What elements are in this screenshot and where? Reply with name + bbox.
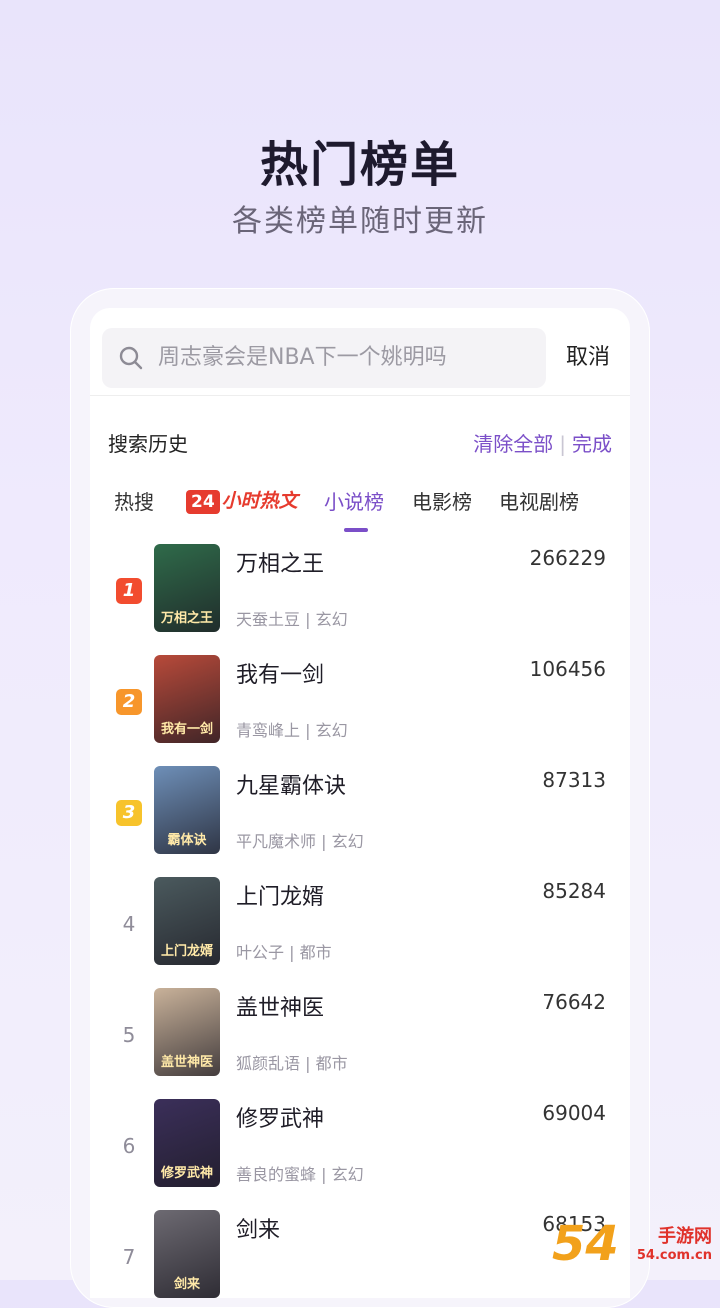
search-history-title: 搜索历史 (108, 432, 188, 456)
book-row[interactable]: 1 万相之王 万相之王 天蚕土豆 | 玄幻 266229 (90, 544, 630, 655)
rank-badge: 2 (116, 689, 142, 715)
book-author-genre: 叶公子 | 都市 (236, 943, 332, 962)
book-search-count: 106456 (529, 657, 606, 681)
book-cover[interactable]: 霸体诀 (154, 766, 220, 854)
book-cover-title: 我有一剑 (160, 722, 213, 737)
history-separator: | (559, 432, 566, 456)
tab-24h-badge: 24 (186, 490, 220, 514)
book-title[interactable]: 九星霸体诀 (236, 768, 346, 800)
search-box[interactable] (102, 328, 546, 388)
book-cover[interactable]: 上门龙婿 (154, 877, 220, 965)
tab-hot-search[interactable]: 热搜 (114, 486, 154, 515)
watermark-name: 手游网 (658, 1226, 712, 1247)
book-row[interactable]: 3 霸体诀 九星霸体诀平凡魔术师 | 玄幻 87313 (90, 766, 630, 877)
book-row[interactable]: 2 我有一剑 我有一剑 青鸾峰上 | 玄幻 106456 (90, 655, 630, 766)
hero-title: 热门榜单 (259, 137, 460, 193)
divider (90, 395, 630, 396)
book-cover[interactable]: 万相之王 (154, 544, 220, 632)
book-search-count: 76642 (542, 990, 606, 1014)
ranking-tabs: 热搜 24 小时热文 小说榜 电影榜 电视剧榜 (108, 486, 618, 536)
book-author-genre: 天蚕土豆 | 玄幻 (236, 610, 348, 629)
book-title[interactable]: 万相之王 (236, 546, 324, 578)
book-title[interactable]: 上门龙婿 (236, 879, 324, 911)
rank-badge: 3 (116, 800, 142, 826)
tab-movie-ranking[interactable]: 电影榜 (412, 486, 472, 515)
rank-badge: 1 (116, 578, 142, 604)
history-actions: 清除全部 | 完成 (473, 428, 612, 457)
book-search-count: 87313 (542, 768, 606, 792)
rank-badge: 5 (122, 1023, 136, 1047)
rank-badge: 4 (122, 912, 136, 936)
book-author-genre: 善良的蜜蜂 | 玄幻 (236, 1165, 364, 1184)
book-row[interactable]: 5 盖世神医 盖世神医 狐颜乱语 | 都市 76642 (90, 988, 630, 1099)
book-cover-title: 霸体诀 (167, 833, 207, 848)
tab-novel-ranking[interactable]: 小说榜 (324, 486, 384, 515)
book-cover-title: 万相之王 (160, 611, 213, 626)
watermark-logo: 54 (552, 1216, 619, 1272)
book-author-genre: 青鸾峰上 | 玄幻 (236, 721, 348, 740)
book-cover-title: 上门龙婿 (160, 944, 213, 959)
search-history-header: 搜索历史 清除全部 | 完成 (108, 428, 612, 460)
tab-24h-hot[interactable]: 24 小时热文 (186, 486, 298, 514)
cancel-button[interactable]: 取消 (566, 328, 610, 388)
watermark-url: 54.com.cn (636, 1248, 712, 1263)
clear-all-button[interactable]: 清除全部 (473, 432, 553, 456)
hero-subtitle: 各类榜单随时更新 (232, 204, 488, 239)
rank-badge: 6 (122, 1134, 136, 1158)
book-cover-title: 盖世神医 (160, 1055, 213, 1070)
rank-badge: 7 (122, 1245, 136, 1269)
book-author-genre: 狐颜乱语 | 都市 (236, 1054, 348, 1073)
done-button[interactable]: 完成 (572, 432, 612, 456)
book-title[interactable]: 剑来 (236, 1212, 280, 1244)
book-cover[interactable]: 我有一剑 (154, 655, 220, 743)
book-cover-title: 修罗武神 (160, 1166, 213, 1181)
search-row: 取消 (102, 328, 630, 388)
book-author-genre: 平凡魔术师 | 玄幻 (236, 832, 364, 851)
search-input[interactable] (158, 328, 528, 388)
book-row[interactable]: 4 上门龙婿 上门龙婿 叶公子 | 都市 85284 (90, 877, 630, 988)
book-title[interactable]: 我有一剑 (236, 657, 324, 689)
book-title[interactable]: 修罗武神 (236, 1101, 324, 1133)
active-tab-underline (344, 528, 368, 532)
book-title[interactable]: 盖世神医 (236, 990, 324, 1022)
book-cover[interactable]: 修罗武神 (154, 1099, 220, 1187)
book-search-count: 69004 (542, 1101, 606, 1125)
book-cover[interactable]: 剑来 (154, 1210, 220, 1298)
search-icon (119, 346, 143, 370)
book-cover-title: 剑来 (173, 1277, 200, 1292)
tab-tv-ranking[interactable]: 电视剧榜 (499, 486, 579, 515)
book-row[interactable]: 6 修罗武神 修罗武神 善良的蜜蜂 | 玄幻 69004 (90, 1099, 630, 1210)
site-watermark: 54 手游网 54.com.cn (552, 1216, 712, 1274)
book-search-count: 85284 (542, 879, 606, 903)
book-search-count: 266229 (529, 546, 606, 570)
book-row[interactable]: 7 剑来 剑来 68153 (90, 1210, 630, 1298)
tab-24h-label: 小时热文 (221, 490, 298, 512)
app-screen: 取消 搜索历史 清除全部|完成 热搜 24小时热文 小说榜 电影榜 电视剧榜 1… (90, 308, 630, 1298)
book-cover[interactable]: 盖世神医 (154, 988, 220, 1076)
